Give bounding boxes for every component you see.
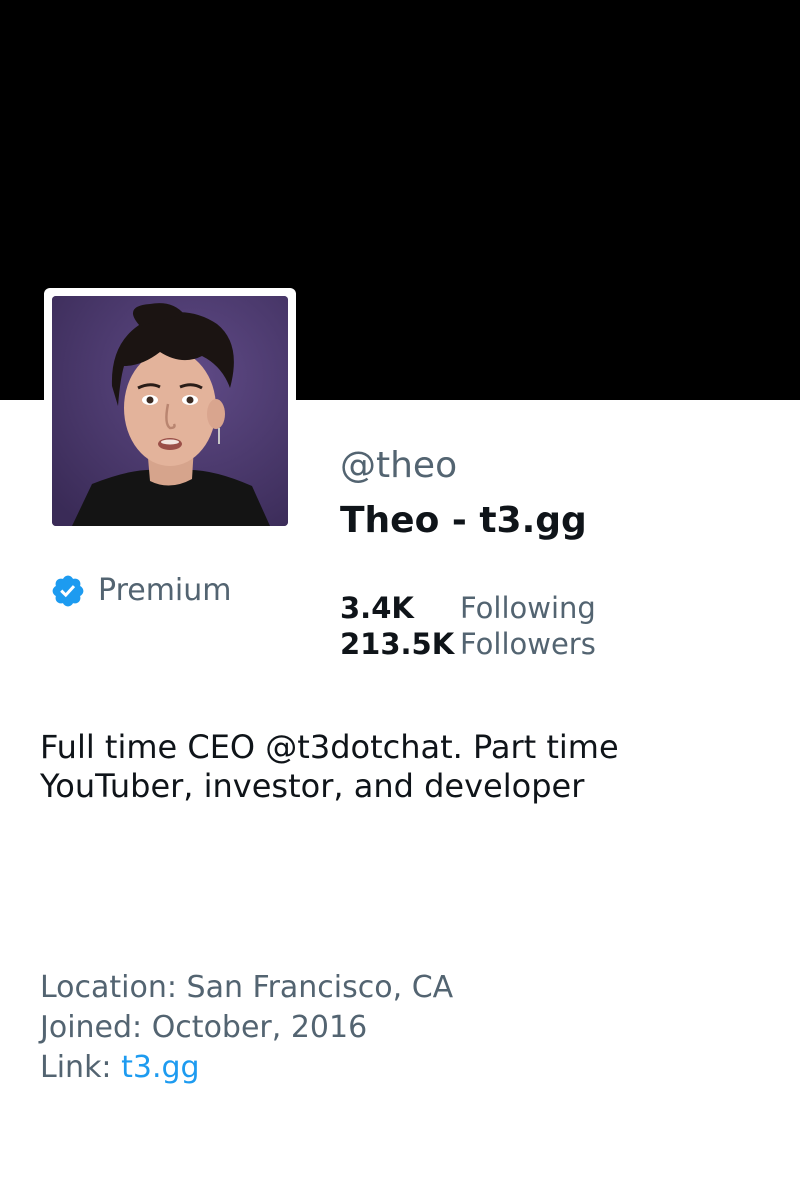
- followers-count: 213.5K: [340, 627, 455, 661]
- followers-stat[interactable]: 213.5K Followers: [340, 626, 596, 662]
- avatar[interactable]: [52, 296, 288, 526]
- premium-label: Premium: [98, 573, 232, 608]
- avatar-frame: [44, 288, 296, 532]
- avatar-image: [52, 296, 288, 526]
- profile-display-name: Theo - t3.gg: [340, 500, 587, 541]
- profile-link-row: Link: t3.gg: [40, 1048, 453, 1088]
- verified-badge-icon: [52, 575, 84, 607]
- following-stat[interactable]: 3.4K Following: [340, 590, 596, 626]
- following-count: 3.4K: [340, 591, 414, 625]
- profile-handle: @theo: [340, 445, 458, 486]
- profile-link-label: Link:: [40, 1050, 112, 1085]
- profile-bio: Full time CEO @t3dotchat. Part time YouT…: [40, 728, 619, 805]
- profile-link[interactable]: t3.gg: [121, 1050, 199, 1085]
- profile-stats: 3.4K Following 213.5K Followers: [340, 590, 596, 662]
- followers-label: Followers: [460, 627, 596, 661]
- following-label: Following: [460, 591, 596, 625]
- profile-meta: Location: San Francisco, CA Joined: Octo…: [40, 968, 453, 1088]
- profile-card: @theo Theo - t3.gg Premium 3.4K Followin…: [0, 0, 800, 1200]
- premium-indicator: Premium: [50, 571, 232, 611]
- profile-joined: Joined: October, 2016: [40, 1010, 368, 1045]
- profile-location: Location: San Francisco, CA: [40, 970, 454, 1005]
